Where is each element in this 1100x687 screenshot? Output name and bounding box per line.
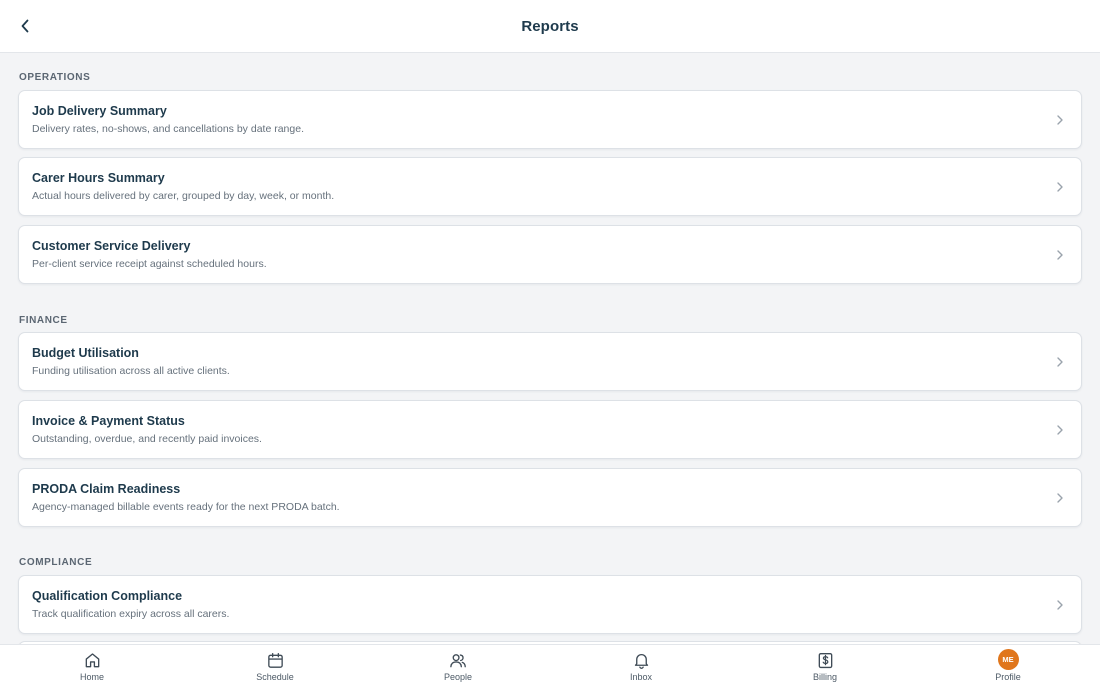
chevron-right-icon <box>1057 357 1063 367</box>
back-button[interactable] <box>12 13 38 39</box>
report-title: Qualification Compliance <box>32 589 183 603</box>
report-proda-claim-readiness[interactable]: PRODA Claim Readiness Agency-managed bil… <box>18 468 1082 527</box>
page-title: Reports <box>521 17 579 35</box>
tab-profile[interactable]: ME Profile <box>948 645 1068 687</box>
avatar: ME <box>997 649 1019 670</box>
top-bar: Reports <box>0 0 1100 53</box>
tab-label: Home <box>79 672 104 682</box>
chevron-right-icon <box>1057 250 1063 260</box>
tab-inbox[interactable]: Inbox <box>581 645 701 687</box>
tab-label: Profile <box>995 672 1021 682</box>
section-label-finance: FINANCE <box>19 315 68 326</box>
section-label-operations: OPERATIONS <box>19 72 91 83</box>
tab-home[interactable]: Home <box>32 645 152 687</box>
report-budget-utilisation[interactable]: Budget Utilisation Funding utilisation a… <box>18 332 1082 391</box>
report-description: Outstanding, overdue, and recently paid … <box>32 433 262 445</box>
reports-list[interactable]: OPERATIONS Job Delivery Summary Delivery… <box>0 53 1100 644</box>
dollar-receipt-icon <box>818 652 832 668</box>
people-icon <box>450 653 466 667</box>
chevron-left-icon <box>21 19 29 33</box>
bell-icon <box>634 653 648 669</box>
report-description: Track qualification expiry across all ca… <box>32 608 230 620</box>
report-invoice-payment-status[interactable]: Invoice & Payment Status Outstanding, ov… <box>18 400 1082 459</box>
chevron-right-icon <box>1057 425 1063 435</box>
tab-billing[interactable]: Billing <box>765 645 885 687</box>
report-title: Job Delivery Summary <box>32 104 167 118</box>
chevron-right-icon <box>1057 115 1063 125</box>
report-title: PRODA Claim Readiness <box>32 482 181 496</box>
chevron-right-icon <box>1057 493 1063 503</box>
calendar-icon <box>267 652 283 668</box>
report-title: Carer Hours Summary <box>32 171 165 185</box>
home-icon <box>85 652 99 667</box>
chevron-right-icon <box>1057 600 1063 610</box>
chevron-right-icon <box>1057 182 1063 192</box>
report-description: Delivery rates, no-shows, and cancellati… <box>32 123 304 135</box>
tab-label: Billing <box>812 672 837 682</box>
tab-people[interactable]: People <box>398 645 518 687</box>
report-description: Funding utilisation across all active cl… <box>32 365 230 377</box>
report-customer-service-delivery[interactable]: Customer Service Delivery Per-client ser… <box>18 225 1082 284</box>
tab-schedule[interactable]: Schedule <box>215 645 335 687</box>
bottom-tab-bar: Home Schedule People Inbox Billing ME Pr… <box>0 644 1100 687</box>
report-qualification-compliance[interactable]: Qualification Compliance Track qualifica… <box>18 575 1082 634</box>
tab-label: People <box>443 672 473 682</box>
tab-label: Inbox <box>629 672 653 682</box>
tab-label: Schedule <box>256 672 294 682</box>
report-description: Per-client service receipt against sched… <box>32 258 267 270</box>
report-title: Customer Service Delivery <box>32 239 191 253</box>
section-label-compliance: COMPLIANCE <box>19 557 93 568</box>
report-carer-hours-summary[interactable]: Carer Hours Summary Actual hours deliver… <box>18 157 1082 216</box>
report-job-delivery-summary[interactable]: Job Delivery Summary Delivery rates, no-… <box>18 90 1082 149</box>
report-title: Invoice & Payment Status <box>32 414 185 428</box>
report-title: Budget Utilisation <box>32 346 139 360</box>
report-description: Actual hours delivered by carer, grouped… <box>32 190 335 202</box>
report-description: Agency-managed billable events ready for… <box>32 501 340 513</box>
